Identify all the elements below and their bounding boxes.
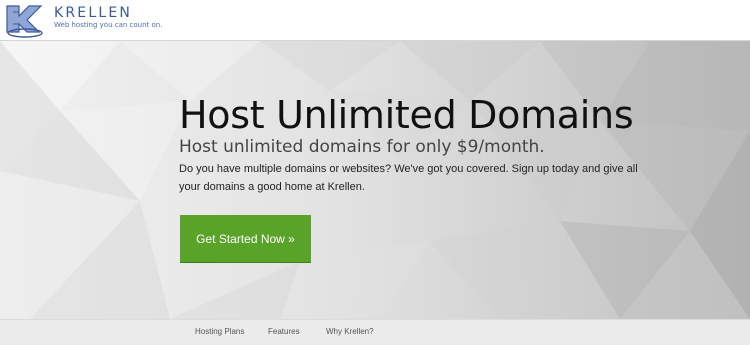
nav-link-why-krellen[interactable]: Why Krellen?	[326, 327, 374, 336]
nav-link-hosting-plans[interactable]: Hosting Plans	[195, 327, 244, 336]
brand-tagline: Web hosting you can count on.	[54, 21, 163, 29]
hero-description: Do you have multiple domains or websites…	[179, 163, 638, 193]
get-started-button[interactable]: Get Started Now »	[180, 215, 311, 263]
brand-name[interactable]: KRELLEN	[54, 5, 132, 21]
hero-banner: Host Unlimited Domains Host unlimited do…	[0, 41, 750, 319]
site-header: KRELLEN Web hosting you can count on.	[0, 0, 750, 41]
hero-headline: Host Unlimited Domains	[179, 93, 634, 137]
section-nav: Hosting Plans Features Why Krellen?	[0, 319, 750, 345]
nav-link-features[interactable]: Features	[268, 327, 300, 336]
hero-subheadline: Host unlimited domains for only $9/month…	[179, 137, 545, 157]
krellen-logo-icon[interactable]	[5, 2, 45, 38]
